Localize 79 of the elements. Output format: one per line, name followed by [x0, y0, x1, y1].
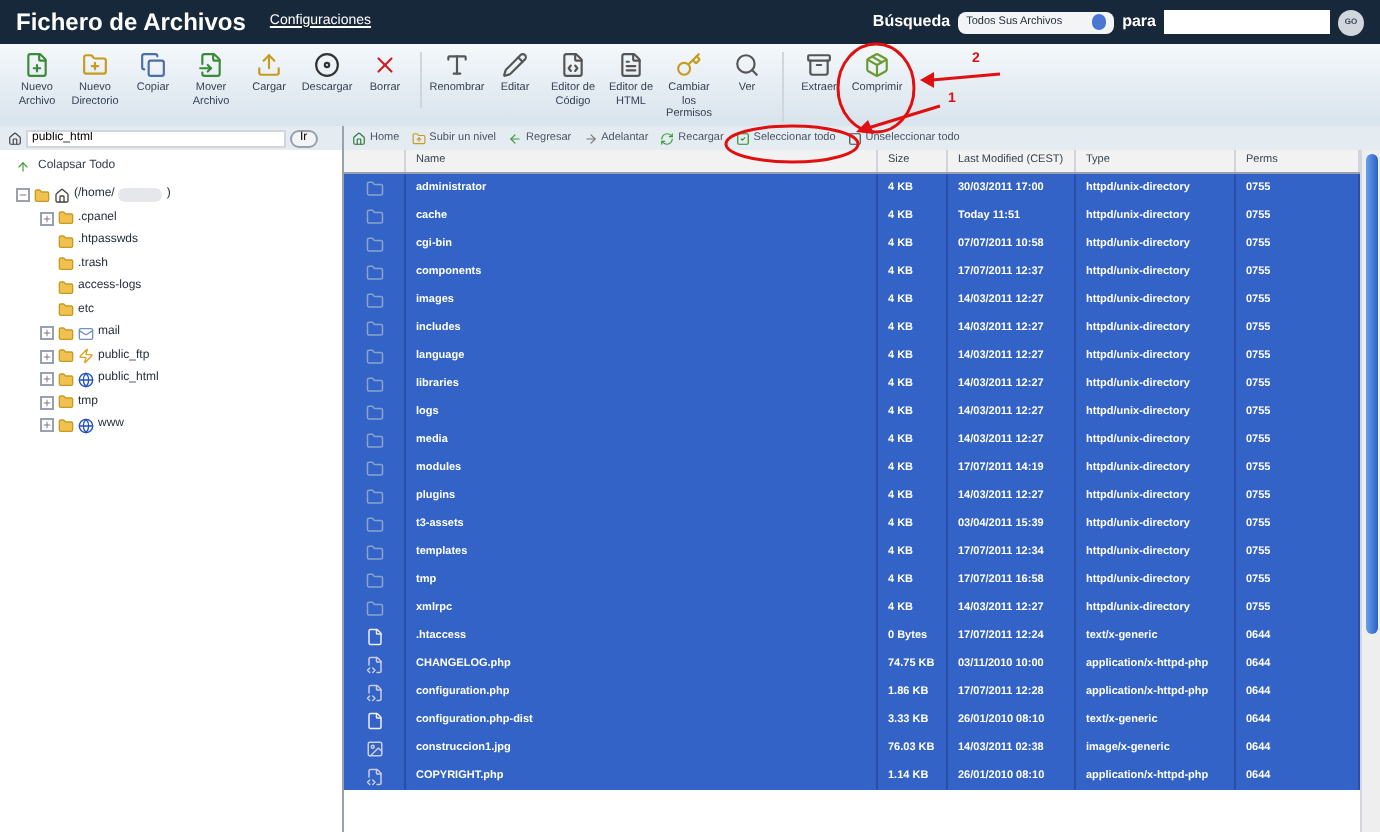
copy-icon — [140, 52, 166, 78]
key-icon — [676, 52, 702, 78]
folder-icon — [365, 207, 383, 225]
pencil-icon — [502, 52, 528, 78]
folder-icon — [365, 235, 383, 253]
folder-icon — [34, 187, 50, 203]
back-arrow-icon — [508, 131, 522, 145]
folder-icon — [365, 319, 383, 337]
checkbox-icon — [735, 131, 750, 145]
collapse-arrow-icon — [16, 160, 30, 174]
expand-toggle-icon[interactable] — [40, 349, 54, 363]
folder-icon — [58, 394, 74, 410]
image-file-icon — [365, 739, 383, 757]
expand-toggle-icon[interactable] — [40, 418, 54, 432]
for-label: para — [1122, 10, 1156, 34]
mail-icon — [78, 325, 94, 341]
php-file-icon — [365, 767, 383, 785]
move-file-icon — [198, 52, 224, 78]
folder-icon — [365, 431, 383, 449]
archive-icon — [806, 52, 832, 78]
square-icon — [847, 131, 862, 145]
folder-icon — [365, 291, 383, 309]
expand-toggle-icon[interactable] — [40, 395, 54, 409]
folder-icon — [58, 302, 74, 318]
scrollbar[interactable] — [1360, 150, 1380, 832]
file-icon — [365, 627, 383, 645]
folder-icon — [58, 325, 74, 341]
scrollbar-thumb[interactable] — [1365, 154, 1377, 634]
folder-icon — [58, 417, 74, 433]
folder-icon — [365, 487, 383, 505]
folder-icon — [365, 347, 383, 365]
folder-icon — [365, 543, 383, 561]
folder-up-icon — [411, 131, 426, 145]
folder-icon — [58, 210, 74, 226]
home-icon — [352, 131, 366, 145]
globe-icon — [78, 417, 94, 433]
search-icon — [734, 52, 760, 78]
forward-arrow-icon — [583, 131, 598, 145]
folder-icon — [58, 233, 74, 249]
folder-icon — [58, 279, 74, 295]
home-icon — [54, 187, 70, 203]
folder-icon — [58, 348, 74, 364]
folder-icon — [365, 459, 383, 477]
html-file-icon — [618, 52, 644, 78]
annotation-arrow — [920, 72, 1001, 88]
reload-icon — [660, 131, 675, 145]
search-field[interactable] — [1164, 10, 1330, 34]
search-label: Búsqueda — [872, 10, 951, 34]
folder-icon — [58, 256, 74, 272]
blurred-block — [118, 188, 163, 202]
folder-icon — [365, 515, 383, 533]
expand-toggle-icon[interactable] — [40, 326, 54, 340]
folder-icon — [365, 571, 383, 589]
file-icon — [365, 711, 383, 729]
expand-toggle-icon[interactable] — [40, 211, 54, 225]
home-icon — [8, 131, 22, 145]
php-file-icon — [365, 655, 383, 673]
delete-icon — [372, 52, 398, 78]
folder-icon — [365, 599, 383, 617]
folder-icon — [365, 263, 383, 281]
ftp-icon — [78, 348, 94, 364]
folder-icon — [365, 375, 383, 393]
folder-icon — [58, 371, 74, 387]
expand-toggle-icon[interactable] — [40, 372, 54, 386]
folder-icon — [365, 179, 383, 197]
page-title: Fichero de Archivos — [16, 6, 246, 40]
folder-icon — [365, 403, 383, 421]
new-file-icon — [24, 52, 50, 78]
code-file-icon — [560, 52, 586, 78]
php-file-icon — [365, 683, 383, 701]
collapse-toggle-icon[interactable] — [16, 188, 30, 202]
rename-icon — [444, 52, 470, 78]
disc-icon — [314, 52, 340, 78]
new-folder-icon — [82, 52, 108, 78]
select-arrows-icon — [1092, 14, 1107, 30]
package-icon — [864, 52, 890, 78]
annotation-arrow — [856, 104, 941, 134]
globe-icon — [78, 371, 94, 387]
upload-icon — [256, 52, 282, 78]
